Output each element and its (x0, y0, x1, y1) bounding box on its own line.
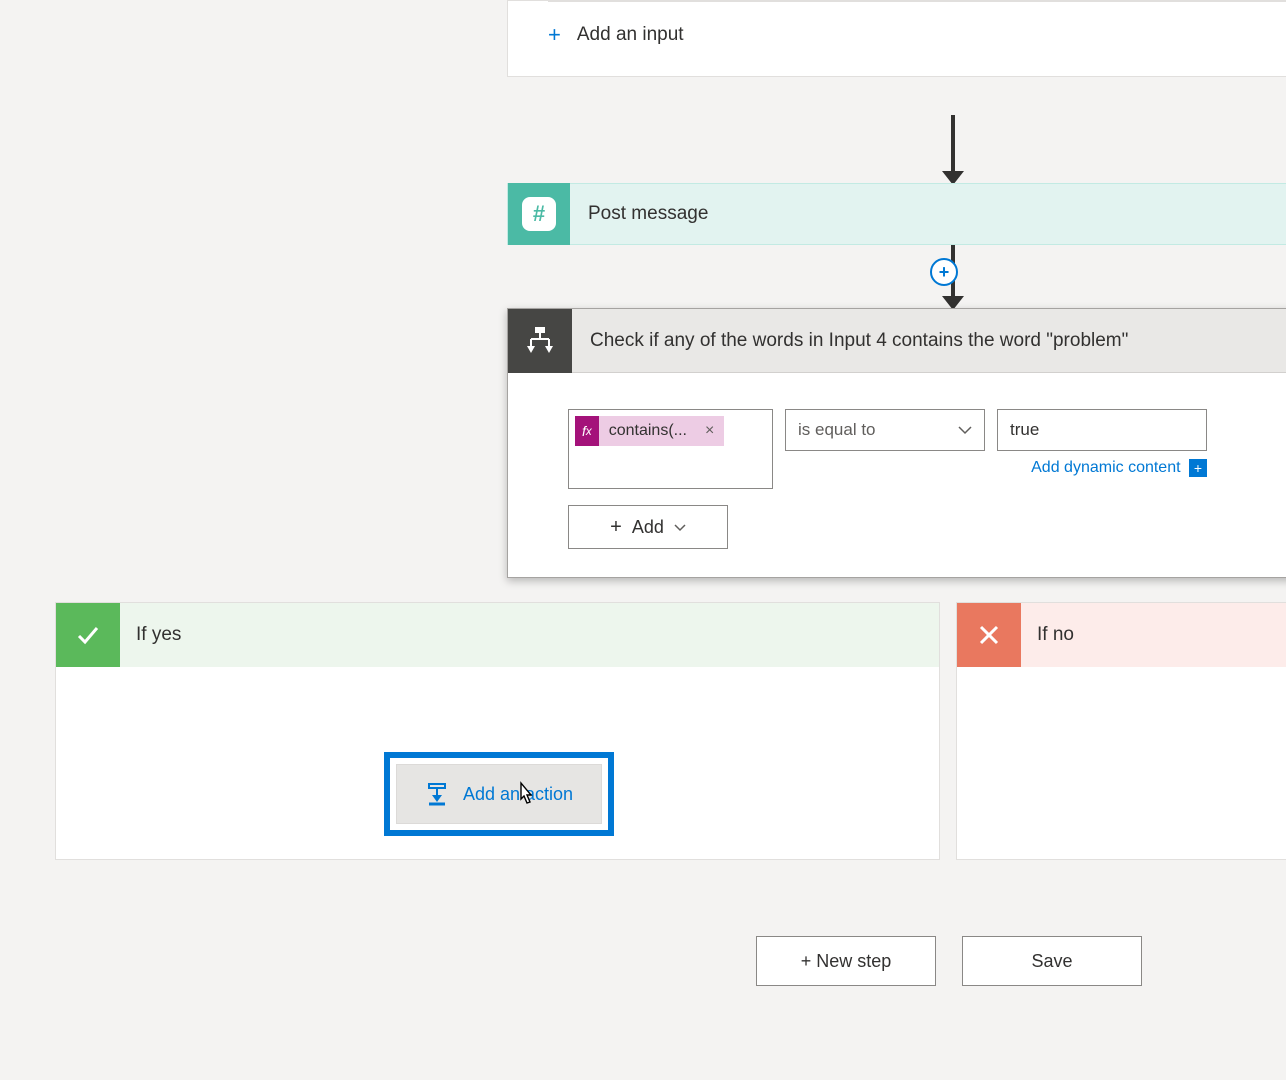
add-action-label: Add an action (463, 784, 573, 805)
if-yes-branch: If yes Add an action (55, 602, 940, 860)
remove-token-icon[interactable]: × (695, 422, 724, 440)
condition-title: Check if any of the words in Input 4 con… (572, 330, 1128, 352)
operator-label: is equal to (798, 420, 876, 440)
condition-card: Check if any of the words in Input 4 con… (507, 308, 1286, 578)
divider (548, 1, 1286, 2)
expression-token[interactable]: fx contains(... × (575, 416, 724, 446)
save-button[interactable]: Save (962, 936, 1142, 986)
close-icon (957, 603, 1021, 667)
plus-icon: + (548, 22, 561, 48)
slack-icon: # (508, 183, 570, 245)
if-no-label: If no (1021, 624, 1074, 646)
trigger-card: + Add an input (507, 0, 1286, 77)
condition-operator-select[interactable]: is equal to (785, 409, 985, 451)
if-no-header[interactable]: If no (957, 603, 1286, 667)
post-message-action[interactable]: # Post message (507, 183, 1286, 245)
add-action-button[interactable]: Add an action (396, 764, 602, 824)
condition-icon (508, 309, 572, 373)
add-dynamic-content-link[interactable]: Add dynamic content + (997, 459, 1207, 477)
expression-text: contains(... (599, 422, 695, 440)
add-input-button[interactable]: + Add an input (548, 22, 1286, 48)
add-input-label: Add an input (577, 24, 684, 46)
post-message-title: Post message (570, 203, 708, 225)
add-action-highlight: Add an action (384, 752, 614, 836)
add-condition-button[interactable]: + Add (568, 505, 728, 549)
condition-value-2[interactable] (997, 409, 1207, 451)
if-no-branch: If no (956, 602, 1286, 860)
connector-arrow (942, 115, 964, 185)
insert-step-button[interactable]: + (930, 258, 958, 286)
fx-icon: fx (575, 416, 599, 446)
action-icon (425, 782, 449, 806)
plus-badge-icon: + (1189, 459, 1207, 477)
chevron-down-icon (958, 425, 972, 435)
chevron-down-icon (674, 523, 686, 532)
new-step-button[interactable]: + New step (756, 936, 936, 986)
if-yes-label: If yes (120, 624, 181, 646)
plus-icon: + (610, 516, 622, 539)
footer-buttons: + New step Save (756, 936, 1142, 986)
dynamic-content-label: Add dynamic content (1031, 459, 1180, 476)
add-button-label: Add (632, 517, 664, 538)
check-icon (56, 603, 120, 667)
condition-value-1[interactable]: fx contains(... × (568, 409, 773, 489)
condition-header[interactable]: Check if any of the words in Input 4 con… (508, 309, 1286, 373)
if-yes-header[interactable]: If yes (56, 603, 939, 667)
